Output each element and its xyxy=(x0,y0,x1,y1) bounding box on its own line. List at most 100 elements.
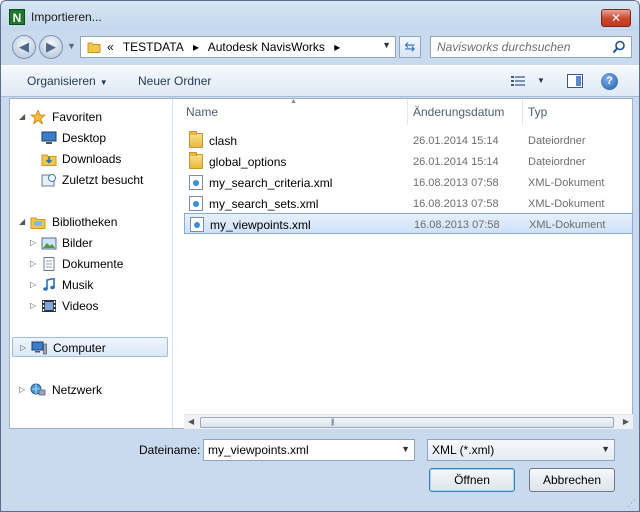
recent-places-icon xyxy=(41,174,56,187)
breadcrumb-testdata[interactable]: TESTDATA xyxy=(123,40,184,54)
organize-label: Organisieren xyxy=(27,74,96,88)
back-button[interactable]: ◀ xyxy=(12,35,36,59)
preview-pane-icon[interactable] xyxy=(567,74,583,88)
collapsed-arrow-icon[interactable]: ▷ xyxy=(30,259,36,268)
address-dropdown-icon[interactable]: ▼ xyxy=(382,40,391,50)
view-dropdown-icon[interactable]: ▼ xyxy=(537,76,545,85)
column-header-type[interactable]: Typ xyxy=(528,105,547,119)
computer-icon xyxy=(31,341,47,355)
chevron-down-icon[interactable]: ▼ xyxy=(401,444,410,454)
list-item-global-options[interactable]: global_options 26.01.2014 15:14 Dateiord… xyxy=(184,151,633,172)
import-dialog: N Importieren... ✕ ◀ ▶ ▼ « TESTDATA ▸ Au… xyxy=(0,0,640,512)
navigation-pane[interactable]: ◢ Favoriten Desktop Downloads Zuletzt be… xyxy=(10,99,173,428)
filename-input[interactable] xyxy=(208,442,393,458)
file-type: XML-Dokument xyxy=(529,219,606,231)
xml-file-icon xyxy=(189,175,203,190)
collapsed-arrow-icon[interactable]: ▷ xyxy=(30,238,36,247)
open-button[interactable]: Öffnen xyxy=(429,468,515,492)
sidebar-item-computer[interactable]: ▷ Computer xyxy=(12,337,168,357)
sidebar-item-libraries[interactable]: ◢ Bibliotheken xyxy=(10,212,172,232)
column-divider[interactable] xyxy=(407,99,408,125)
list-item-search-criteria[interactable]: my_search_criteria.xml 16.08.2013 07:58 … xyxy=(184,172,633,193)
filetype-select[interactable]: XML (*.xml) ▼ xyxy=(427,439,615,461)
resize-grip-icon[interactable]: ⋰ xyxy=(627,498,636,509)
column-divider[interactable] xyxy=(522,99,523,125)
file-date: 16.08.2013 07:58 xyxy=(413,177,499,189)
sidebar-item-label: Downloads xyxy=(62,152,122,166)
file-date: 26.01.2014 15:14 xyxy=(413,135,499,147)
collapsed-arrow-icon[interactable]: ▷ xyxy=(30,280,36,289)
horizontal-scrollbar[interactable]: ◀ ||| ▶ xyxy=(184,414,633,429)
scroll-left-icon[interactable]: ◀ xyxy=(188,417,194,426)
expanded-arrow-icon[interactable]: ◢ xyxy=(19,112,25,121)
sidebar-item-label: Bibliotheken xyxy=(52,215,118,229)
folder-icon xyxy=(87,42,101,53)
sidebar-item-videos[interactable]: ▷ Videos xyxy=(10,296,172,316)
filetype-value: XML (*.xml) xyxy=(432,443,495,457)
new-folder-button[interactable]: Neuer Ordner xyxy=(138,74,211,88)
sidebar-item-recent[interactable]: Zuletzt besucht xyxy=(10,170,172,190)
search-box[interactable] xyxy=(430,36,632,58)
column-header-date[interactable]: Änderungsdatum xyxy=(413,105,504,119)
navigation-bar: ◀ ▶ ▼ « TESTDATA ▸ Autodesk NavisWorks ▸… xyxy=(1,31,639,63)
file-name: my_search_sets.xml xyxy=(209,197,319,211)
window-title: Importieren... xyxy=(31,10,102,24)
breadcrumb-overflow[interactable]: « xyxy=(107,40,114,54)
title-bar: N Importieren... ✕ xyxy=(1,1,639,31)
xml-file-icon xyxy=(189,196,203,211)
sidebar-item-label: Dokumente xyxy=(62,257,124,271)
sidebar-item-downloads[interactable]: Downloads xyxy=(10,149,172,169)
sidebar-item-music[interactable]: ▷ Musik xyxy=(10,275,172,295)
breadcrumb: « TESTDATA ▸ Autodesk NavisWorks ▸ xyxy=(107,40,346,54)
help-icon[interactable]: ? xyxy=(601,73,618,90)
column-header-name[interactable]: Name xyxy=(186,105,218,119)
sidebar-item-label: Bilder xyxy=(62,236,93,250)
forward-button[interactable]: ▶ xyxy=(39,35,63,59)
sidebar-item-favorites[interactable]: ◢ Favoriten xyxy=(10,107,172,127)
chevron-down-icon: ▼ xyxy=(99,78,108,87)
list-item-clash[interactable]: clash 26.01.2014 15:14 Dateiordner xyxy=(184,130,633,151)
sidebar-item-label: Zuletzt besucht xyxy=(62,173,144,187)
file-type: XML-Dokument xyxy=(528,177,605,189)
breadcrumb-separator-icon[interactable]: ▸ xyxy=(334,40,340,54)
sidebar-item-desktop[interactable]: Desktop xyxy=(10,128,172,148)
file-type: XML-Dokument xyxy=(528,198,605,210)
xml-file-icon xyxy=(190,217,204,232)
chevron-down-icon[interactable]: ▼ xyxy=(601,444,610,454)
sidebar-item-documents[interactable]: ▷ Dokumente xyxy=(10,254,172,274)
breadcrumb-navisworks[interactable]: Autodesk NavisWorks xyxy=(208,40,325,54)
view-options-icon[interactable] xyxy=(511,75,525,87)
cancel-button[interactable]: Abbrechen xyxy=(529,468,615,492)
collapsed-arrow-icon[interactable]: ▷ xyxy=(30,301,36,310)
file-list[interactable]: Name ▲ Änderungsdatum Typ clash 26.01.20… xyxy=(184,98,633,414)
scrollbar-thumb[interactable]: ||| xyxy=(200,417,614,428)
refresh-button[interactable]: ⇆ xyxy=(399,36,421,58)
recent-locations-dropdown-icon[interactable]: ▼ xyxy=(67,41,76,51)
folder-icon xyxy=(189,131,203,148)
file-name: my_viewpoints.xml xyxy=(210,218,311,232)
collapsed-arrow-icon[interactable]: ▷ xyxy=(20,343,26,352)
list-item-viewpoints[interactable]: my_viewpoints.xml 16.08.2013 07:58 XML-D… xyxy=(184,213,633,234)
sidebar-item-label: Desktop xyxy=(62,131,107,145)
close-button[interactable]: ✕ xyxy=(601,9,631,27)
file-date: 26.01.2014 15:14 xyxy=(413,156,499,168)
scroll-right-icon[interactable]: ▶ xyxy=(623,417,629,426)
sort-ascending-icon: ▲ xyxy=(290,98,297,105)
pictures-icon xyxy=(41,237,57,250)
sidebar-item-label: Computer xyxy=(53,341,106,355)
sidebar-item-pictures[interactable]: ▷ Bilder xyxy=(10,233,172,253)
breadcrumb-separator-icon[interactable]: ▸ xyxy=(193,40,199,54)
filename-label: Dateiname: xyxy=(139,443,201,457)
address-bar[interactable]: « TESTDATA ▸ Autodesk NavisWorks ▸ ▼ xyxy=(80,36,396,58)
search-icon[interactable] xyxy=(612,40,626,54)
list-item-search-sets[interactable]: my_search_sets.xml 16.08.2013 07:58 XML-… xyxy=(184,193,633,214)
filename-combobox[interactable]: ▼ xyxy=(203,439,415,461)
sidebar-item-network[interactable]: ▷ Netzwerk xyxy=(10,380,172,400)
organize-button[interactable]: Organisieren ▼ xyxy=(27,74,108,88)
expanded-arrow-icon[interactable]: ◢ xyxy=(19,217,25,226)
collapsed-arrow-icon[interactable]: ▷ xyxy=(19,385,25,394)
command-bar: Organisieren ▼ Neuer Ordner ▼ ? xyxy=(1,65,639,97)
search-input[interactable] xyxy=(437,39,607,55)
grip-icon: ||| xyxy=(331,419,335,426)
music-icon xyxy=(43,278,55,291)
